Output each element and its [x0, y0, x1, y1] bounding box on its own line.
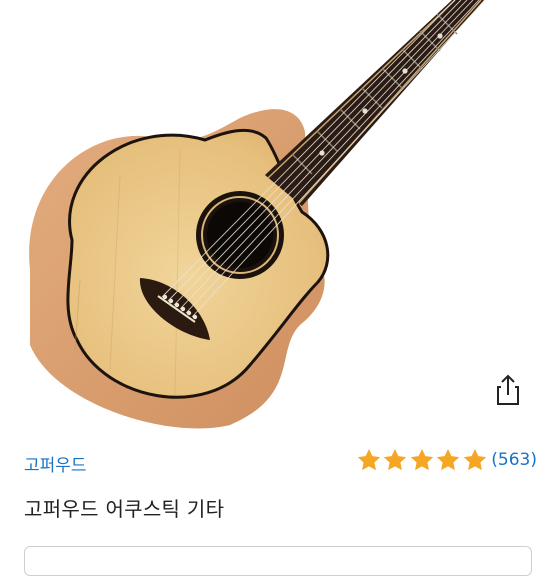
star-icon — [384, 448, 407, 471]
option-selector[interactable] — [24, 546, 532, 576]
product-title: 고퍼우드 어쿠스틱 기타 — [24, 497, 225, 521]
rating[interactable]: (563) — [356, 447, 537, 473]
product-image[interactable] — [0, 0, 555, 432]
star-icon — [357, 448, 380, 471]
share-icon — [497, 374, 519, 405]
star-icon — [437, 448, 460, 471]
star-rating — [356, 447, 489, 473]
brand-rating-row: 고퍼우드 (563) — [0, 445, 555, 479]
review-count[interactable]: (563) — [491, 450, 537, 470]
star-icon — [463, 448, 486, 471]
star-icon — [410, 448, 433, 471]
share-button[interactable] — [488, 370, 528, 410]
brand-link[interactable]: 고퍼우드 — [24, 451, 87, 476]
